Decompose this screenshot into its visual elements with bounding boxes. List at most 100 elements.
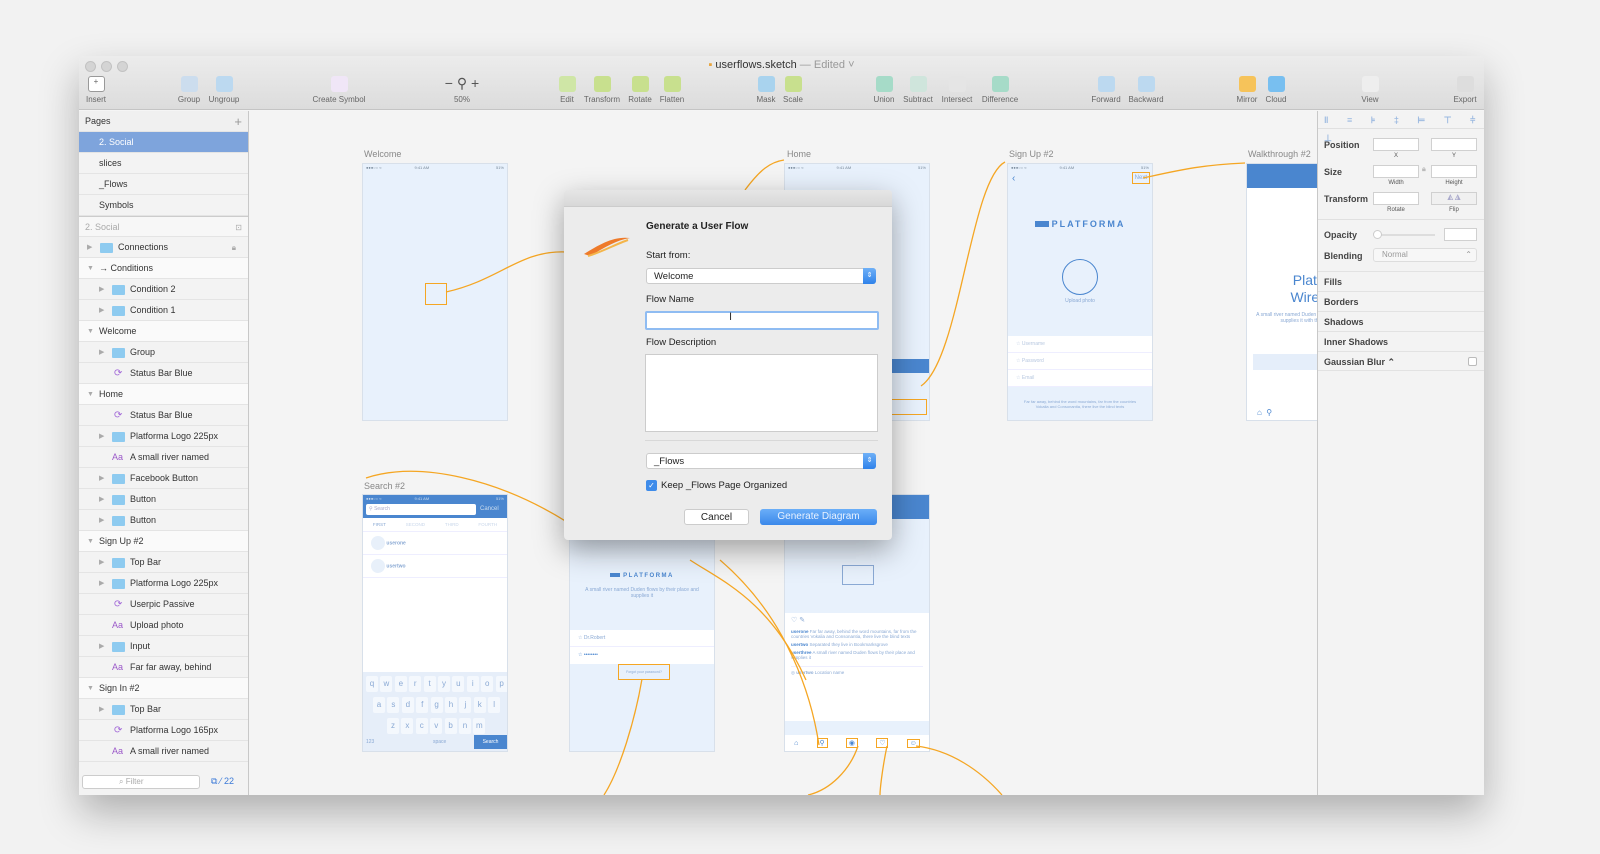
layer-item[interactable]: ⟳ Status Bar Blue [79,363,248,384]
layer-item[interactable]: ⟳ Userpic Passive [79,594,248,615]
toolbar-export-button[interactable]: Export [1430,76,1484,104]
layer-item[interactable]: ▶ Button [79,510,248,531]
keep-organized-checkbox[interactable]: ✓ [646,480,657,491]
disclosure-collapsed-icon[interactable]: ▶ [99,426,104,447]
layer-item[interactable]: ▶ Condition 2 [79,279,248,300]
disclosure-collapsed-icon[interactable]: ▶ [99,699,104,720]
artboard-search[interactable]: ●●●○○ ≈ 9:41 AM 51% ⚲ Search Cancel FIRST SE… [362,494,508,752]
layer-item[interactable]: ▼ Sign In #2 [79,678,248,699]
inner-shadows-section[interactable]: Inner Shadows [1318,331,1484,351]
disclosure-expanded-icon[interactable]: ▼ [87,384,94,405]
shadows-section[interactable]: Shadows [1318,311,1484,331]
disclosure-collapsed-icon[interactable]: ▶ [99,342,104,363]
toolbar-flatten-button[interactable]: Flatten [637,76,707,104]
layer-item[interactable]: Aa Far far away, behind [79,657,248,678]
layer-item[interactable]: ▼ Welcome [79,321,248,342]
opacity-slider[interactable] [1375,234,1435,236]
layer-item[interactable]: Aa A small river named [79,741,248,762]
layer-item[interactable]: ▶ Button [79,489,248,510]
add-page-icon[interactable]: + [234,111,242,132]
toolbar-scale-button[interactable]: Scale [758,76,828,104]
toolbar-view-button[interactable]: View [1335,76,1405,104]
alignment-toolbar[interactable]: ‖ ≡ ⊧ ‡ ⊨ ⊤ ⫩ ⊥ [1318,111,1484,143]
layer-item[interactable]: ▶ Connections 🔒︎ [79,237,248,258]
rotate-input[interactable] [1373,192,1419,205]
disclosure-collapsed-icon[interactable]: ▶ [99,573,104,594]
disclosure-collapsed-icon[interactable]: ▶ [87,237,92,258]
opacity-input[interactable] [1444,228,1477,241]
artboard-label-sign-up[interactable]: Sign Up #2 [1009,149,1054,159]
artboard-welcome[interactable]: ●●●○○ ≈ 9:41 AM 51% [362,163,508,421]
layer-item[interactable]: ▶ Group [79,342,248,363]
disclosure-expanded-icon[interactable]: ▼ [87,678,94,699]
layer-item[interactable]: ▼ Home [79,384,248,405]
x-input[interactable] [1373,138,1419,151]
layer-item[interactable]: ⟳ Platforma Logo 165px [79,720,248,741]
layer-count[interactable]: ⧉ ⁄ 22 [211,776,234,787]
layer-item[interactable]: ▶ Condition 1 [79,300,248,321]
artboard-label-welcome[interactable]: Welcome [364,149,401,159]
disclosure-collapsed-icon[interactable]: ▶ [99,300,104,321]
artboard-walkthrough[interactable]: PlatforWirefra A small river named Duden… [1246,163,1317,421]
page-item[interactable]: _Flows [79,174,248,195]
layer-item[interactable]: Aa Upload photo [79,615,248,636]
layer-label: Platforma Logo 165px [130,725,219,735]
page-item[interactable]: 2. Social [79,132,248,153]
layer-item[interactable]: Aa A small river named [79,447,248,468]
page-item[interactable]: slices [79,153,248,174]
toolbar-symbol-button[interactable]: Create Symbol [304,76,374,104]
disclosure-collapsed-icon[interactable]: ▶ [99,279,104,300]
disclosure-collapsed-icon[interactable]: ▶ [99,468,104,489]
generate-diagram-button[interactable]: Generate Diagram [760,509,877,525]
start-from-select[interactable]: Welcome ⇕ [646,268,876,284]
flows-page-select[interactable]: _Flows ⇕ [646,453,876,469]
lock-icon[interactable]: 🔒︎ [232,237,236,258]
artboard-label-home[interactable]: Home [787,149,811,159]
toolbar-backward-button[interactable]: Backward [1111,76,1181,104]
disclosure-collapsed-icon[interactable]: ▶ [99,489,104,510]
layer-item[interactable]: ▶ Top Bar [79,699,248,720]
disclosure-expanded-icon[interactable]: ▼ [87,258,94,279]
layer-item[interactable]: ▶ Platforma Logo 225px [79,426,248,447]
toolbar-plus-button[interactable]: + Insert [79,76,131,104]
toolbar-ungroup-button[interactable]: Ungroup [189,76,259,104]
toolbar-zoom-button[interactable]: − ⚲ + 50% [427,76,497,104]
key: e [394,676,407,692]
layer-item[interactable]: ▶ Platforma Logo 225px [79,573,248,594]
gaussian-blur-section[interactable]: Gaussian Blur ⌃ [1318,351,1484,371]
blending-select[interactable]: Normal ⌃ [1373,248,1477,262]
collapse-layers-icon[interactable]: ⊡ [235,217,242,238]
page-item[interactable]: Symbols [79,195,248,216]
width-input[interactable] [1373,165,1419,178]
fills-section[interactable]: Fills [1318,271,1484,291]
document-status[interactable]: — Edited ˅ [800,59,855,71]
flow-description-textarea[interactable] [645,354,878,432]
disclosure-collapsed-icon[interactable]: ▶ [99,552,104,573]
layer-item[interactable]: ⟳ Status Bar Blue [79,405,248,426]
layer-item[interactable]: ▼ → Conditions [79,258,248,279]
disclosure-collapsed-icon[interactable]: ▶ [99,636,104,657]
disclosure-expanded-icon[interactable]: ▼ [87,531,94,552]
opacity-slider-thumb[interactable] [1373,230,1382,239]
lock-ratio-icon[interactable]: 🔒︎ [1422,166,1426,174]
height-input[interactable] [1431,165,1477,178]
flip-buttons[interactable]: ◭ ◮ [1431,192,1477,205]
disclosure-expanded-icon[interactable]: ▼ [87,321,94,342]
layer-item[interactable]: ▶ Input [79,636,248,657]
filter-input[interactable]: ⌕ Filter [82,775,200,789]
layer-item[interactable]: ▶ Top Bar [79,552,248,573]
disclosure-collapsed-icon[interactable]: ▶ [99,510,104,531]
layer-item[interactable]: ▶ Facebook Button [79,468,248,489]
artboard-label-search[interactable]: Search #2 [364,481,405,491]
layer-item[interactable]: ▼ Sign Up #2 [79,531,248,552]
artboard-sign-up[interactable]: ●●●○○ ≈ 9:41 AM 51% ‹ Next PLATFORMA Uploa… [1007,163,1153,421]
artboard-label-walkthrough[interactable]: Walkthrough #2 [1248,149,1311,159]
flow-name-input[interactable] [645,311,879,330]
toolbar-cloud-button[interactable]: Cloud [1241,76,1311,104]
borders-section[interactable]: Borders [1318,291,1484,311]
toolbar-difference-button[interactable]: Difference [965,76,1035,104]
cancel-button[interactable]: Cancel [684,509,749,525]
gaussian-blur-checkbox[interactable] [1468,357,1477,366]
y-input[interactable] [1431,138,1477,151]
folder-icon [112,495,125,505]
